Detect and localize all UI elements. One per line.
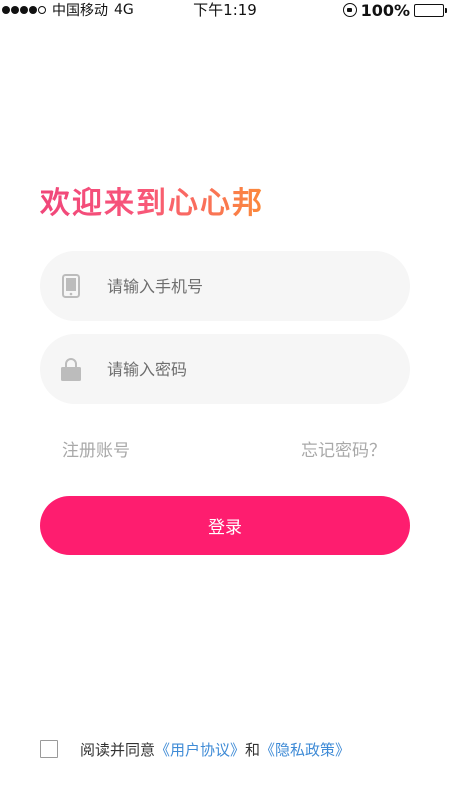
agreement-row: 阅读并同意 《用户协议》 和 《隐私政策》	[40, 738, 350, 760]
user-agreement-link[interactable]: 《用户协议》	[155, 739, 245, 760]
battery-percent: 100%	[360, 0, 410, 20]
password-field[interactable]	[40, 334, 410, 404]
register-link[interactable]: 注册账号	[62, 436, 130, 461]
phone-input[interactable]	[107, 266, 410, 306]
agreement-checkbox[interactable]	[40, 740, 58, 758]
status-right: 100%	[342, 0, 447, 20]
phone-icon	[61, 274, 81, 298]
login-button[interactable]: 登录	[40, 496, 410, 555]
phone-field[interactable]	[40, 251, 410, 321]
privacy-policy-link[interactable]: 《隐私政策》	[260, 739, 350, 760]
forgot-password-link[interactable]: 忘记密码？	[301, 436, 386, 461]
rotation-lock-icon	[342, 3, 357, 17]
battery-icon	[414, 3, 447, 17]
lock-icon	[61, 357, 81, 381]
welcome-title: 欢迎来到心心邦	[40, 178, 264, 222]
agreement-prefix: 阅读并同意	[80, 740, 156, 759]
agreement-conjunction: 和	[245, 740, 261, 759]
password-input[interactable]	[107, 349, 410, 389]
status-bar: 中国移动 4G 下午1:19 100%	[0, 0, 450, 20]
